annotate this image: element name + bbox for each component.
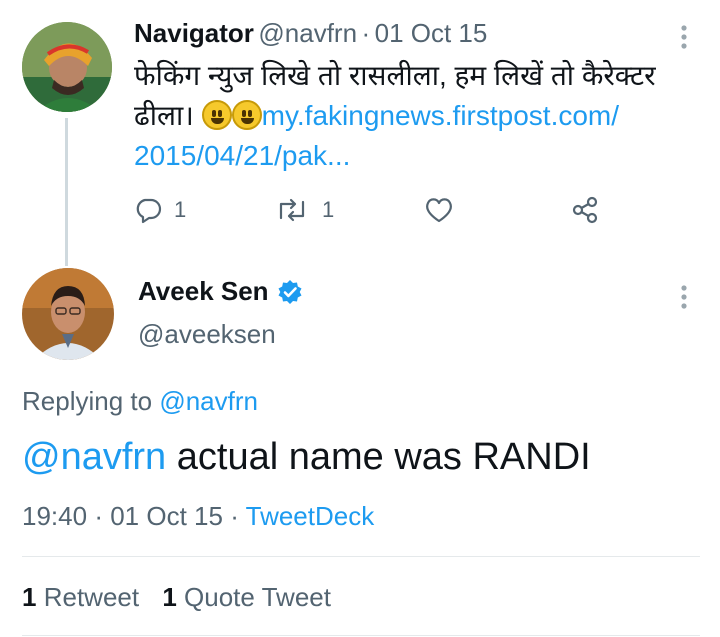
parent-tweet-actions: 1 1 [134, 196, 604, 226]
retweets-stat[interactable]: 1 Retweet [22, 582, 139, 612]
retweet-count: 1 [322, 197, 335, 222]
meta-separator: · [94, 501, 103, 531]
parent-tweet-header: Navigator @navfrn · 01 Oct 15 [134, 18, 487, 49]
main-author-block: Aveek Sen @aveeksen [138, 276, 303, 350]
reply-icon [136, 198, 162, 224]
main-tweet-text: @navfrn actual name was RANDI [22, 436, 591, 479]
tweet-date: 01 Oct 15 [110, 501, 223, 531]
parent-text-line2: ढीला। [134, 100, 194, 131]
header-separator: · [361, 18, 371, 48]
meta-separator: · [230, 501, 239, 531]
thread-connector-line [65, 118, 68, 266]
smiley-emoji [201, 100, 232, 130]
replying-to-line: Replying to @navfrn [22, 386, 258, 417]
tweet-stats: 1 Retweet 1 Quote Tweet [22, 582, 331, 613]
parent-text-line1: फेकिंग न्युज लिखे तो रासलीला, हम लिखें त… [134, 60, 656, 91]
parent-tweet-text: फेकिंग न्युज लिखे तो रासलीला, हम लिखें त… [134, 56, 694, 176]
main-author-name[interactable]: Aveek Sen [138, 276, 269, 307]
like-action[interactable] [424, 196, 454, 224]
tweet-source-link[interactable]: TweetDeck [246, 501, 375, 531]
retweet-stat-label: Retweet [43, 582, 140, 612]
smiley-emoji [231, 100, 262, 130]
quote-stat-count: 1 [162, 582, 177, 612]
share-icon [572, 196, 598, 224]
reply-action[interactable]: 1 [134, 196, 186, 224]
main-author-handle[interactable]: @aveeksen [138, 319, 303, 350]
parent-author-name[interactable]: Navigator [134, 18, 254, 48]
replying-to-label: Replying to [22, 386, 153, 416]
mention-link[interactable]: @navfrn [22, 436, 166, 478]
parent-author-handle[interactable]: @navfrn [258, 18, 357, 48]
aveek-sen-avatar[interactable] [22, 268, 114, 360]
quote-tweets-stat[interactable]: 1 Quote Tweet [162, 582, 331, 612]
overflow-menu-icon[interactable] [680, 24, 688, 50]
quote-stat-label: Quote Tweet [184, 582, 331, 612]
retweet-action[interactable]: 1 [274, 196, 334, 224]
tweet-time: 19:40 [22, 501, 88, 531]
overflow-menu-icon[interactable] [680, 284, 688, 310]
parent-tweet-link[interactable]: my.fakingnews.firstpost.com/ [262, 100, 619, 131]
divider [22, 635, 700, 636]
reply-count: 1 [174, 197, 187, 222]
retweet-icon [279, 198, 305, 222]
verified-badge-icon [278, 279, 302, 304]
divider [22, 556, 700, 557]
parent-tweet-link-cont[interactable]: 2015/04/21/pak... [134, 140, 350, 171]
parent-tweet-date[interactable]: 01 Oct 15 [375, 18, 488, 48]
like-icon [426, 198, 452, 223]
tweet-meta: 19:40 · 01 Oct 15 · TweetDeck [22, 501, 374, 532]
share-action[interactable] [570, 196, 600, 224]
navigator-avatar[interactable] [22, 22, 112, 112]
main-tweet-body: actual name was RANDI [166, 436, 591, 478]
replying-to-handle[interactable]: @navfrn [159, 386, 258, 416]
retweet-stat-count: 1 [22, 582, 37, 612]
